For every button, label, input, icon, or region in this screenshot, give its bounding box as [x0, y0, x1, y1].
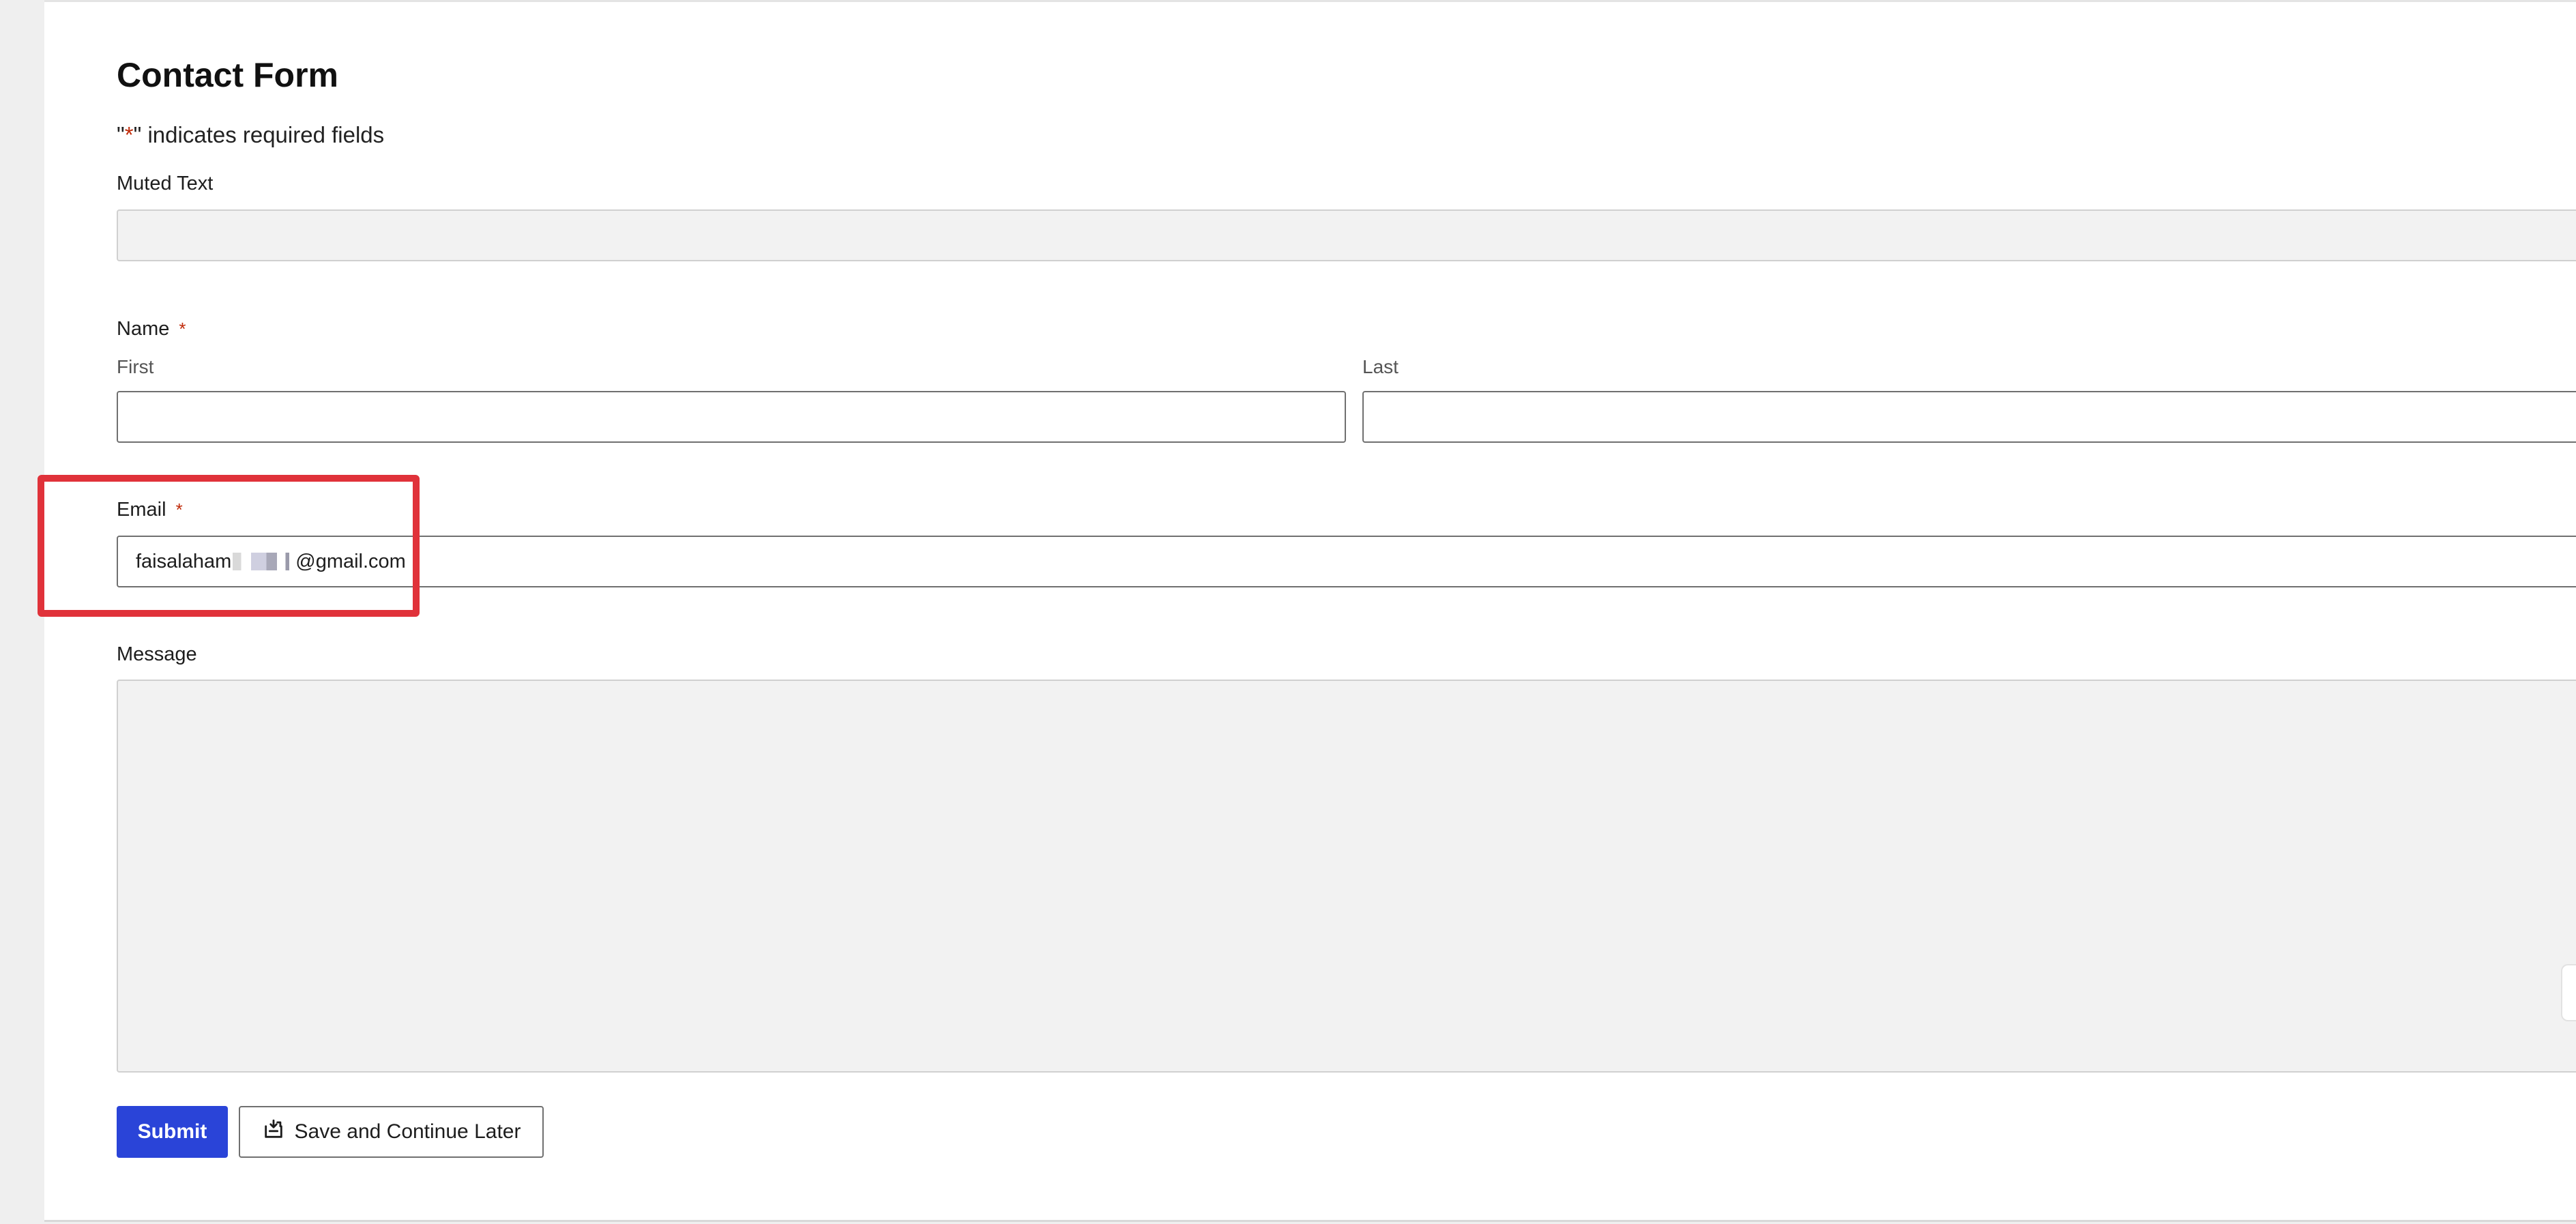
email-value: faisalaham @gmail.com	[136, 537, 406, 586]
required-star: *	[124, 122, 134, 147]
name-label: Name *	[117, 318, 186, 340]
last-name-input[interactable]	[1362, 391, 2576, 443]
form-title: Contact Form	[117, 56, 338, 94]
message-label: Message	[117, 643, 197, 665]
first-name-sublabel: First	[117, 356, 154, 377]
email-value-suffix: @gmail.com	[295, 550, 406, 572]
submit-button[interactable]: Submit	[117, 1106, 228, 1158]
name-required-star: *	[179, 319, 186, 339]
required-note-text: " indicates required fields	[133, 122, 385, 147]
muted-text-input[interactable]	[117, 209, 2576, 261]
email-input[interactable]: faisalaham @gmail.com	[117, 536, 2576, 587]
muted-text-label: Muted Text	[117, 173, 214, 194]
email-label: Email *	[117, 499, 183, 521]
message-textarea[interactable]	[117, 680, 2576, 1073]
side-tab-handle[interactable]	[2561, 964, 2576, 1021]
save-later-label: Save and Continue Later	[294, 1120, 521, 1143]
name-label-text: Name	[117, 318, 170, 340]
required-fields-note: "*" indicates required fields	[117, 122, 384, 148]
redacted-text	[233, 553, 295, 570]
page-content: Contact Form "*" indicates required fiel…	[44, 0, 2576, 1222]
save-and-continue-later-button[interactable]: Save and Continue Later	[239, 1106, 544, 1158]
quote-open: "	[117, 122, 125, 147]
email-required-star: *	[175, 499, 183, 520]
first-name-input[interactable]	[117, 391, 1346, 443]
save-later-icon	[262, 1118, 285, 1146]
contact-form: Contact Form "*" indicates required fiel…	[117, 2, 2576, 1224]
email-label-text: Email	[117, 499, 166, 521]
last-name-sublabel: Last	[1362, 356, 1399, 377]
email-value-prefix: faisalaham	[136, 550, 232, 572]
